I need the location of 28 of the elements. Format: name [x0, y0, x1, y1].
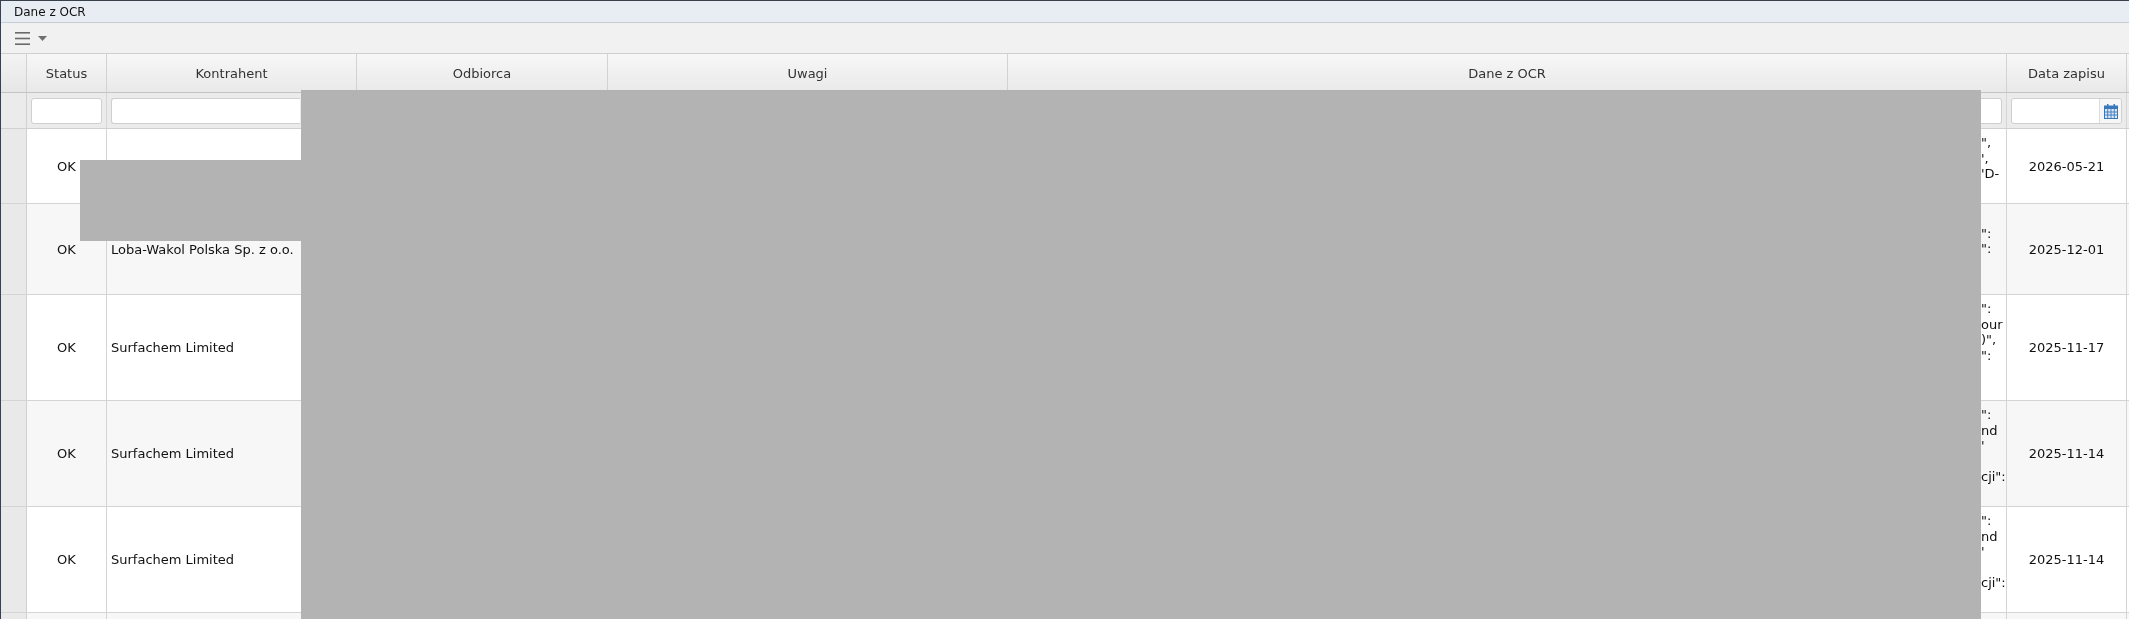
- ocr-text: ", ', 'D-: [1981, 135, 2001, 182]
- filter-field[interactable]: [111, 98, 300, 124]
- date-text: 2025-12-01: [2028, 241, 2105, 257]
- status-text: OK: [57, 158, 76, 174]
- date-text: 2025-11-14: [2028, 446, 2105, 461]
- date-filter-field[interactable]: [2011, 98, 2122, 124]
- ocr-text: ": our )", ":: [1981, 301, 2004, 363]
- calendar-icon: [2103, 103, 2118, 119]
- date-text: 2026-05-21: [2028, 158, 2105, 174]
- contractor-name: Surfachem Limited: [111, 552, 235, 567]
- filter-field[interactable]: [1981, 98, 2002, 124]
- status-text: OK: [57, 552, 76, 567]
- date-text: 2025-11-14: [2028, 552, 2105, 567]
- date-text: 2025-11-17: [2028, 340, 2105, 355]
- menu-icon: [15, 31, 30, 45]
- caret-icon: [38, 35, 47, 41]
- ocr-text: ": nd ' cji":: [1981, 407, 2006, 485]
- ocr-text: ": ":: [1981, 225, 1993, 257]
- filter-field[interactable]: [31, 98, 102, 124]
- contractor-name: Surfachem Limited: [111, 446, 235, 461]
- contractor-name: Loba-Wakol Polska Sp. z o.o.: [111, 241, 294, 257]
- contractor-name: Surfachem Limited: [111, 340, 235, 355]
- ocr-text: ": nd ' cji":: [1981, 513, 2006, 591]
- status-text: OK: [57, 446, 76, 461]
- calendar-button[interactable]: [2099, 99, 2121, 123]
- status-text: OK: [57, 340, 76, 355]
- window-title: Dane z OCR: [14, 4, 86, 19]
- status-text: OK: [57, 241, 76, 257]
